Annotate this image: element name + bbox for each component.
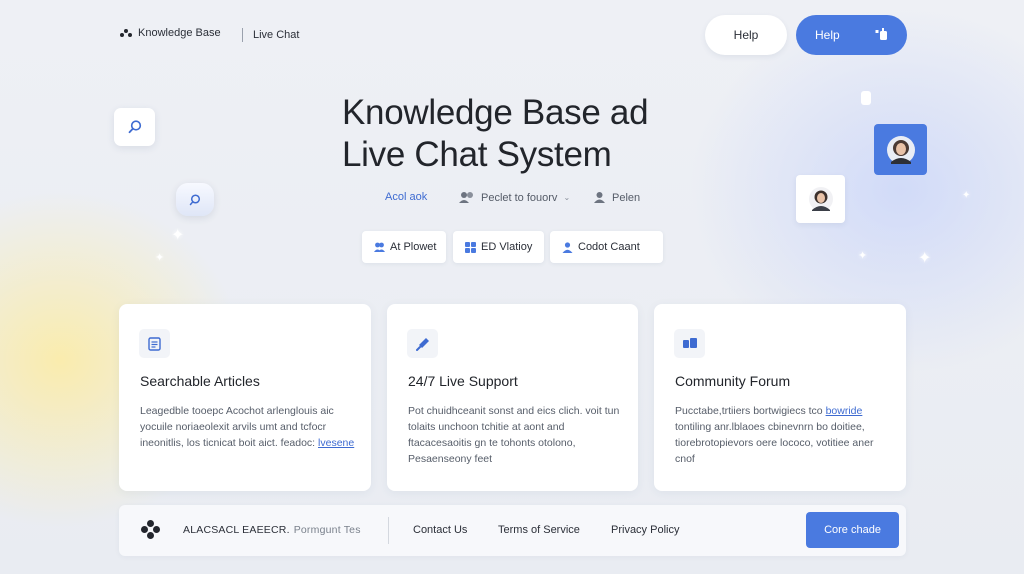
feature-chip-label: At Plowet <box>390 241 437 253</box>
floating-indicator <box>861 91 871 105</box>
hero-meta-dropdown[interactable]: Peclet to fouorv ⌄ <box>459 191 570 204</box>
floating-search-button[interactable] <box>114 108 155 146</box>
feature-chip[interactable]: ED Vlatioy <box>453 231 544 263</box>
agent-avatar-card[interactable] <box>874 124 927 175</box>
search-icon <box>128 120 141 134</box>
help-button-primary[interactable]: Help <box>796 15 907 55</box>
sparkle-icon: ✦ <box>171 227 185 244</box>
footer-cta-button[interactable]: Core chade <box>806 512 899 548</box>
card-title: 24/7 Live Support <box>408 373 518 389</box>
feature-card[interactable]: Searchable Articles Leagedble tooepc Aco… <box>119 304 371 491</box>
hero-meta-label: Peclet to fouorv <box>481 191 558 204</box>
help-button-label: Help <box>815 28 840 42</box>
footer-brand-sub: Pormgunt Tes <box>293 524 361 536</box>
brand-logo-icon <box>120 28 132 38</box>
card-body: Leagedble tooepc Acochot arlenglouis aic… <box>140 403 355 451</box>
feature-card[interactable]: 24/7 Live Support Pot chuidhceanit sonst… <box>387 304 638 491</box>
chevron-down-icon: ⌄ <box>563 193 571 202</box>
card-link[interactable]: lvesene <box>318 437 354 449</box>
grid-icon <box>465 241 476 253</box>
feature-chip[interactable]: At Plowet <box>362 231 446 263</box>
footer-divider <box>388 517 389 544</box>
card-title: Community Forum <box>675 373 791 389</box>
people-icon <box>374 242 385 252</box>
card-body-text: Pucctabe,trtiiers bortwigiecs tco <box>675 405 823 417</box>
people-icon <box>459 192 473 203</box>
footer-logo-icon <box>141 520 161 540</box>
user-avatar-card[interactable] <box>796 175 845 223</box>
card-body: Pucctabe,trtiiers bortwigiecs tco bowrid… <box>675 403 890 467</box>
sparkle-icon: ✦ <box>918 250 932 267</box>
footer: ALACSACL EAEECR. Pormgunt Tes Contact Us … <box>119 505 906 556</box>
sparkle-icon: ✦ <box>962 190 971 201</box>
page-title-line-1: Knowledge Base ad <box>342 93 649 132</box>
feature-card[interactable]: Community Forum Pucctabe,trtiiers bortwi… <box>654 304 906 491</box>
card-title: Searchable Articles <box>140 373 260 389</box>
feature-chip-label: ED Vlatioy <box>481 241 533 253</box>
forum-icon <box>674 329 705 358</box>
sparkle-icon: ✦ <box>858 250 868 262</box>
nav-link-live-chat[interactable]: Live Chat <box>253 29 299 41</box>
brand-name: Knowledge Base <box>138 27 221 39</box>
sparkle-icon: ✦ <box>155 252 165 264</box>
page-title: Knowledge Base ad Live Chat System <box>342 92 649 176</box>
avatar-icon <box>886 135 915 164</box>
document-icon <box>139 329 170 358</box>
footer-link-contact[interactable]: Contact Us <box>413 524 467 536</box>
chat-search-icon <box>189 193 201 205</box>
brand[interactable]: Knowledge Base <box>120 27 221 39</box>
card-body-text: tontiling anr.lblaoes cbinevnrn bo doiti… <box>675 421 874 465</box>
card-body: Pot chuidhceanit sonst and eics clich. v… <box>408 403 623 467</box>
card-body-text: Pot chuidhceanit sonst and eics clich. v… <box>408 405 620 465</box>
people-icon <box>562 241 573 253</box>
hero-meta-item[interactable]: Pelen <box>593 191 640 204</box>
hero-meta-label: Pelen <box>612 191 641 204</box>
footer-brand-name: ALACSACL EAEECR. <box>183 524 290 536</box>
footer-brand: ALACSACL EAEECR. Pormgunt Tes <box>183 524 361 536</box>
wrench-icon <box>407 329 438 358</box>
footer-link-privacy[interactable]: Privacy Policy <box>611 524 679 536</box>
feature-chip[interactable]: Codot Caant <box>550 231 663 263</box>
footer-link-terms[interactable]: Terms of Service <box>498 524 580 536</box>
chat-bubble-icon <box>875 28 887 40</box>
user-icon <box>594 192 605 203</box>
hero-meta-link[interactable]: Acol aok <box>385 191 427 203</box>
page-title-line-2: Live Chat System <box>342 135 612 174</box>
card-link[interactable]: bowride <box>826 405 863 417</box>
help-button-secondary[interactable]: Help <box>705 15 787 55</box>
feature-chip-label: Codot Caant <box>578 241 640 253</box>
card-body-text: Leagedble tooepc Acochot arlenglouis aic… <box>140 405 334 449</box>
nav-divider <box>242 28 243 42</box>
avatar-icon <box>808 187 833 211</box>
hero-meta-label: Acol aok <box>385 191 428 203</box>
floating-chat-button[interactable] <box>176 183 214 216</box>
